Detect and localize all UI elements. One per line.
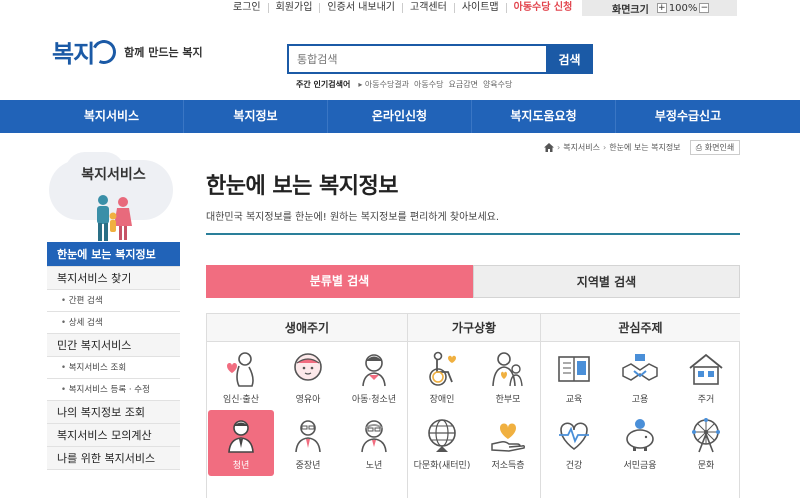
wheelchair-icon	[429, 351, 456, 386]
popular-keyword[interactable]: 아동수당	[414, 79, 443, 90]
logo-text: 복지	[52, 40, 95, 68]
cert-export-link[interactable]: 인증서 내보내기	[319, 2, 402, 13]
popular-keyword[interactable]: 요금감면	[448, 79, 477, 90]
zoom-label: 화면크기	[612, 4, 649, 16]
sidebar-header: 복지서비스	[47, 150, 180, 242]
sidebar-title: 복지서비스	[81, 167, 146, 183]
category-housing[interactable]: 주거	[673, 344, 739, 410]
nav-welfare-info[interactable]: 복지정보	[184, 100, 328, 133]
category-education[interactable]: 교육	[541, 344, 607, 410]
popular-keyword[interactable]: 양육수당	[483, 79, 512, 90]
house-icon	[689, 353, 723, 385]
piggy-bank-icon	[626, 419, 654, 451]
print-button[interactable]: ⎙ 화면인쇄	[690, 140, 740, 155]
sidebar-item-overview[interactable]: 한눈에 보는 복지정보	[47, 242, 180, 267]
search-tabs: 분류별 검색 지역별 검색	[206, 265, 740, 298]
zoom-in-button[interactable]: +	[656, 3, 667, 13]
breadcrumb-current: 한눈에 보는 복지정보	[609, 143, 681, 152]
elderly-icon	[361, 420, 387, 453]
category-senior[interactable]: 노년	[341, 410, 407, 476]
category-finance[interactable]: 서민금융	[607, 410, 673, 476]
search-bar: 검색	[287, 44, 593, 74]
category-middle-aged[interactable]: 중장년	[275, 410, 341, 476]
sidebar-item-private-service[interactable]: 민간 복지서비스	[47, 334, 180, 357]
category-label: 문화	[697, 461, 715, 471]
baby-icon	[294, 353, 322, 381]
category-label: 주거	[697, 395, 715, 405]
category-infant[interactable]: 영유아	[275, 344, 341, 410]
print-label: 화면인쇄	[704, 143, 735, 152]
parent-child-icon	[492, 352, 523, 387]
category-single-parent[interactable]: 한부모	[475, 344, 541, 410]
category-culture[interactable]: 문화	[673, 410, 739, 476]
breadcrumb-item[interactable]: 복지서비스	[563, 142, 600, 153]
category-grid: 생애주기 가구상황 관심주제 임신·출산 영유아 아동·청소년 청년 중장년 노…	[206, 313, 740, 498]
family-icon	[97, 195, 132, 241]
pregnant-woman-icon	[227, 352, 254, 387]
customer-center-link[interactable]: 고객센터	[402, 2, 454, 13]
book-icon	[558, 356, 590, 382]
popular-keywords: 주간 인기검색어 ▸ 아동수당결과 아동수당 요금감면 양육수당	[296, 79, 517, 90]
category-child-youth[interactable]: 아동·청소년	[341, 344, 407, 410]
zoom-value: 100%	[668, 2, 698, 14]
category-young-adult[interactable]: 청년	[208, 410, 274, 476]
sidebar-item-find-service[interactable]: 복지서비스 찾기	[47, 267, 180, 290]
tab-category-search[interactable]: 분류별 검색	[206, 265, 473, 298]
page-title: 한눈에 보는 복지정보	[206, 174, 398, 199]
main-nav: 복지서비스 복지정보 온라인신청 복지도움요청 부정수급신고	[0, 100, 800, 133]
search-button[interactable]: 검색	[546, 44, 593, 74]
ferris-wheel-icon	[692, 418, 720, 453]
column-life-cycle: 생애주기	[207, 314, 407, 342]
home-icon[interactable]	[544, 143, 554, 152]
tab-region-search[interactable]: 지역별 검색	[473, 265, 740, 298]
zoom-control: 화면크기 + 100% −	[582, 0, 737, 16]
column-interest: 관심주제	[541, 314, 740, 342]
category-disabled[interactable]: 장애인	[409, 344, 475, 410]
category-multicultural[interactable]: 다문화(새터민)	[409, 410, 475, 476]
breadcrumb: › 복지서비스 › 한눈에 보는 복지정보	[544, 142, 681, 153]
young-man-icon	[228, 420, 254, 453]
category-pregnancy[interactable]: 임신·출산	[208, 344, 274, 410]
utility-bar: 로그인 회원가입 인증서 내보내기 고객센터 사이트맵 아동수당 신청 화면크기…	[0, 0, 800, 17]
category-low-income[interactable]: 저소득층	[475, 410, 541, 476]
child-icon	[362, 354, 386, 387]
nav-online-apply[interactable]: 온라인신청	[328, 100, 472, 133]
sidebar-subitem-service-lookup[interactable]: 복지서비스 조회	[47, 357, 180, 379]
sidebar-subitem-service-register[interactable]: 복지서비스 등록 · 수정	[47, 379, 180, 401]
title-divider	[206, 233, 740, 235]
printer-icon: ⎙	[695, 143, 703, 152]
login-link[interactable]: 로그인	[226, 2, 268, 13]
handshake-icon	[622, 354, 658, 381]
nav-fraud-report[interactable]: 부정수급신고	[616, 100, 760, 133]
child-allowance-link[interactable]: 아동수당 신청	[505, 2, 580, 13]
sitemap-link[interactable]: 사이트맵	[453, 2, 506, 13]
category-health[interactable]: 건강	[541, 410, 607, 476]
nav-welfare-service[interactable]: 복지서비스	[40, 100, 184, 133]
middle-aged-man-icon	[295, 420, 321, 453]
site-logo[interactable]: 복지 함께 만드는 복지	[52, 34, 203, 69]
page-description: 대한민국 복지정보를 한눈에! 원하는 복지정보를 편리하게 찾아보세요.	[206, 212, 500, 223]
sidebar-item-my-info[interactable]: 나의 복지정보 조회	[47, 401, 180, 424]
popular-keyword[interactable]: ▸ 아동수당결과	[358, 79, 409, 90]
heart-hand-icon	[491, 423, 525, 452]
globe-icon	[428, 419, 456, 452]
search-input[interactable]	[287, 44, 546, 74]
category-employment[interactable]: 고용	[607, 344, 673, 410]
sidebar-item-for-me[interactable]: 나를 위한 복지서비스	[47, 447, 180, 470]
logo-slogan: 함께 만드는 복지	[124, 45, 203, 59]
utility-links: 로그인 회원가입 인증서 내보내기 고객센터 사이트맵 아동수당 신청	[226, 0, 579, 15]
popular-label: 주간 인기검색어	[296, 80, 351, 89]
sidebar-subitem-detail-search[interactable]: 상세 검색	[47, 312, 180, 334]
category-label: 노년	[365, 461, 383, 471]
sidebar-menu: 한눈에 보는 복지정보 복지서비스 찾기 간편 검색 상세 검색 민간 복지서비…	[47, 242, 180, 470]
heartbeat-icon	[559, 422, 589, 450]
category-label: 아동·청소년	[351, 395, 397, 405]
sidebar-item-simulation[interactable]: 복지서비스 모의계산	[47, 424, 180, 447]
column-household: 가구상황	[408, 314, 540, 342]
sidebar-subitem-simple-search[interactable]: 간편 검색	[47, 290, 180, 312]
nav-help-request[interactable]: 복지도움요청	[472, 100, 616, 133]
signup-link[interactable]: 회원가입	[267, 2, 320, 13]
zoom-out-button[interactable]: −	[699, 3, 710, 13]
